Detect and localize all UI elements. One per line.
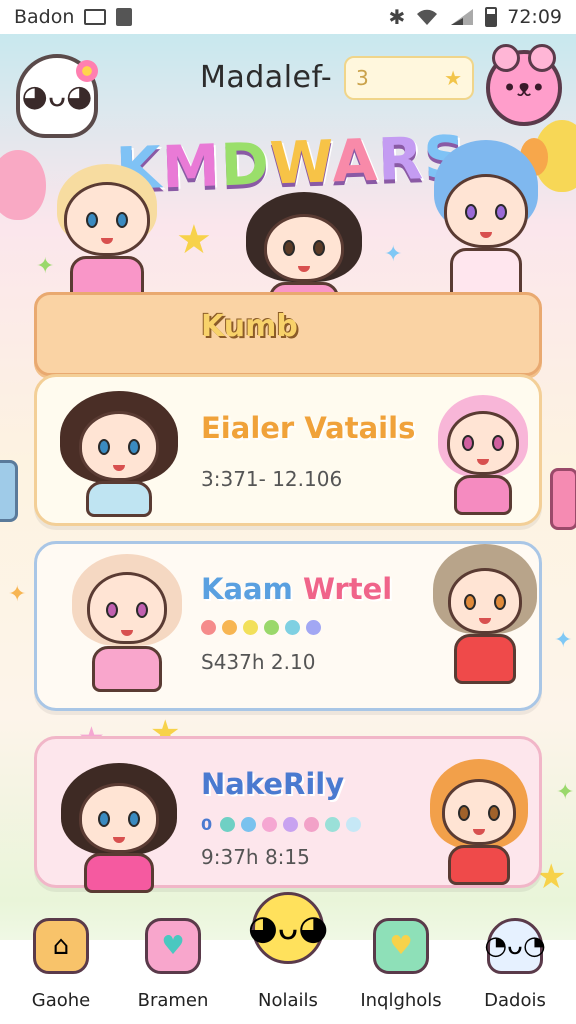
color-dot bbox=[325, 817, 341, 832]
color-dot bbox=[306, 620, 321, 635]
dots-prefix: 0 bbox=[201, 815, 213, 834]
left-side-tab[interactable] bbox=[0, 460, 18, 522]
battery-icon bbox=[485, 7, 498, 27]
pink-balloon bbox=[0, 150, 46, 220]
color-dot bbox=[285, 620, 300, 635]
nav-item-inqlghols[interactable]: ♥ Inqlghols bbox=[346, 918, 456, 1022]
nav-label: Bramen bbox=[137, 990, 209, 1011]
list-item[interactable]: NakeRily 0 9:37h 8:15 bbox=[34, 736, 542, 893]
color-dot bbox=[283, 817, 299, 832]
featured-banner[interactable]: Kumb bbox=[34, 292, 542, 376]
character-headband bbox=[59, 763, 179, 913]
nav-item-bramen[interactable]: ♥ Bramen bbox=[118, 918, 228, 1022]
ghost-icon: ◔ᴗ◔ bbox=[484, 918, 546, 974]
nav-item-gaohe[interactable]: ⌂ Gaohe bbox=[6, 918, 116, 1022]
star-icon: ★ bbox=[176, 217, 212, 263]
color-dot bbox=[222, 620, 237, 635]
signal-icon bbox=[451, 9, 474, 25]
card-meta: 3:371- 12.106 bbox=[201, 467, 343, 491]
card-meta: S437h 2.10 bbox=[201, 650, 316, 674]
sparkle-icon: ✦ bbox=[8, 582, 27, 607]
nav-label: Inqlghols bbox=[360, 990, 442, 1011]
bottom-nav: ⌂ Gaohe ♥ Bramen ◕ᴗ◕ Nolails ♥ Inqlghols… bbox=[0, 892, 576, 1024]
smile-icon: ◕ᴗ◕ bbox=[21, 78, 93, 114]
logo-letter: A bbox=[330, 125, 380, 196]
card-meta: 9:37h 8:15 bbox=[201, 845, 310, 869]
house-icon: ⌂ bbox=[33, 918, 89, 974]
nav-label: Dadois bbox=[484, 990, 546, 1011]
header-title: Madalef- bbox=[200, 60, 333, 95]
character-orange-hair bbox=[427, 759, 531, 909]
logo-letter: M bbox=[160, 131, 222, 202]
card-title: NakeRily bbox=[201, 767, 345, 801]
character-pigtails bbox=[59, 391, 179, 521]
list-item[interactable]: Kaam Wrtel S437h 2.10 bbox=[34, 541, 542, 711]
banner-label: Kumb bbox=[201, 309, 298, 344]
logo-letter: W bbox=[268, 127, 334, 198]
sparkle-icon: ✦ bbox=[384, 242, 403, 267]
chick-icon: ◕ᴗ◕ bbox=[248, 892, 328, 964]
list-item[interactable]: Eialer Vatails 3:371- 12.106 bbox=[34, 374, 542, 526]
nav-item-nolails[interactable]: ◕ᴗ◕ Nolails bbox=[233, 892, 343, 1022]
nav-label: Gaohe bbox=[31, 990, 91, 1011]
bluetooth-icon: ✱ bbox=[388, 5, 406, 29]
ghost-avatar-button[interactable]: ◕ᴗ◕ bbox=[16, 54, 98, 138]
status-bar: Badon ✱ 72:09 bbox=[0, 0, 576, 34]
character-pink-hair bbox=[433, 395, 533, 523]
bag-icon bbox=[116, 8, 133, 26]
color-dot bbox=[304, 817, 320, 832]
sparkle-icon: ✦ bbox=[556, 780, 575, 805]
character-cream-hair bbox=[67, 554, 187, 704]
color-dots bbox=[201, 620, 321, 635]
clock: 72:09 bbox=[507, 6, 562, 28]
character-puppy-ears bbox=[433, 544, 537, 694]
color-dot bbox=[201, 620, 216, 635]
bear-chat-button[interactable]: •ᴥ• bbox=[486, 44, 562, 126]
sparkle-icon: ✦ bbox=[554, 628, 573, 653]
box-icon bbox=[84, 9, 107, 25]
card-title-part1: Kaam bbox=[201, 572, 293, 606]
card-title: Kaam Wrtel bbox=[201, 572, 392, 606]
logo-letter: R bbox=[376, 124, 425, 194]
bear-face-icon: •ᴥ• bbox=[502, 73, 546, 102]
chat-heart-icon: ♥ bbox=[373, 918, 429, 974]
heart-icon: ♥ bbox=[145, 918, 201, 974]
logo-letter: D bbox=[219, 129, 272, 200]
color-dot bbox=[241, 817, 257, 832]
color-dots: 0 bbox=[201, 815, 362, 834]
card-title: Eialer Vatails bbox=[201, 411, 416, 445]
right-side-tab[interactable] bbox=[550, 468, 576, 530]
nav-label: Nolails bbox=[258, 990, 318, 1011]
color-dot bbox=[264, 620, 279, 635]
header-input-value: 3 bbox=[356, 66, 369, 90]
color-dot bbox=[243, 620, 258, 635]
flower-icon bbox=[76, 60, 98, 82]
color-dot bbox=[346, 817, 362, 832]
card-title-part2: Wrtel bbox=[302, 572, 393, 606]
star-icon: ★ bbox=[444, 66, 462, 90]
header: ◕ᴗ◕ Madalef- 3 ★ •ᴥ• bbox=[0, 44, 576, 138]
header-input[interactable]: 3 ★ bbox=[344, 56, 474, 100]
wifi-icon bbox=[417, 9, 438, 25]
color-dot bbox=[262, 817, 278, 832]
nav-item-dadois[interactable]: ◔ᴗ◔ Dadois bbox=[460, 918, 570, 1022]
carrier-label: Badon bbox=[14, 6, 75, 28]
color-dot bbox=[220, 817, 236, 832]
